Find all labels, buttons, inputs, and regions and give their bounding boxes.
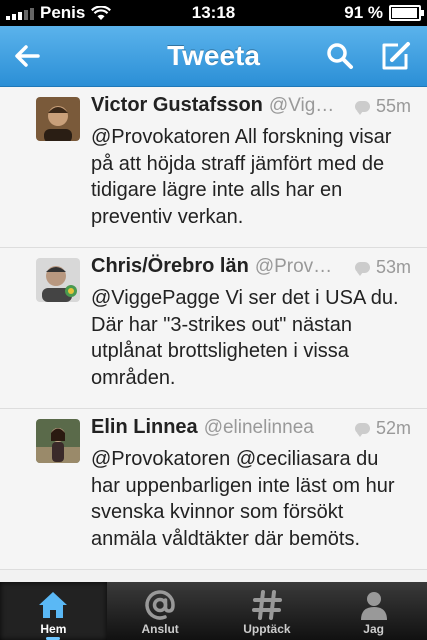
battery-icon bbox=[389, 5, 424, 21]
tweet-list[interactable]: Victor Gustafsson @Vig… 55m @Provokatoren… bbox=[0, 87, 427, 582]
hash-icon bbox=[251, 590, 282, 620]
conversation-icon bbox=[354, 423, 370, 437]
person-icon bbox=[360, 592, 387, 620]
tweet-item[interactable]: Victor Gustafsson @Vig… 55m @Provokatoren… bbox=[0, 87, 427, 248]
status-bar: Penis 13:18 91 % bbox=[0, 0, 427, 26]
author-name: Victor Gustafsson bbox=[91, 94, 263, 116]
tweet-time: 55m bbox=[375, 96, 411, 116]
tab-home[interactable]: Hem bbox=[0, 582, 107, 640]
home-icon bbox=[39, 592, 68, 618]
tab-discover[interactable]: Upptäck bbox=[214, 582, 321, 640]
tweet-text: @Provokatoren All forskning visar på att… bbox=[91, 126, 392, 228]
avatar[interactable] bbox=[36, 97, 80, 141]
nav-bar: Tweeta bbox=[0, 26, 427, 87]
tab-bar: Hem Anslut Upptäck Jag bbox=[0, 582, 427, 640]
search-button[interactable] bbox=[322, 38, 358, 74]
author-handle: @Vig… bbox=[268, 95, 335, 116]
tab-connect[interactable]: Anslut bbox=[107, 582, 214, 640]
tweet-meta: 55m bbox=[348, 96, 411, 117]
avatar[interactable] bbox=[36, 258, 80, 302]
tweet-time: 52m bbox=[375, 418, 411, 438]
author-name: Elin Linnea bbox=[91, 416, 198, 438]
battery-area: 91 % bbox=[344, 3, 424, 23]
conversation-icon bbox=[354, 262, 370, 276]
author-handle: @elinelinnea bbox=[203, 417, 314, 438]
author-name: Chris/Örebro län bbox=[91, 255, 249, 277]
tweet-text: @Provokatoren @ceciliasara du har uppenb… bbox=[91, 448, 395, 550]
tab-label: Hem bbox=[40, 622, 67, 636]
tweet-author: Elin Linnea @elinelinnea bbox=[91, 416, 314, 439]
tweet-item[interactable]: Chris/Örebro län @Prov… 53m @ViggePagge V… bbox=[0, 248, 427, 409]
author-handle: @Prov… bbox=[254, 256, 333, 277]
tweet-meta: 53m bbox=[348, 257, 411, 278]
conversation-icon bbox=[354, 101, 370, 115]
tweet-item[interactable]: Elin Linnea @elinelinnea 52m @Provokatore… bbox=[0, 409, 427, 570]
tweet-meta: 52m bbox=[348, 418, 411, 439]
tab-label: Anslut bbox=[141, 622, 179, 636]
tweet-time: 53m bbox=[375, 257, 411, 277]
tab-label: Jag bbox=[363, 622, 384, 636]
tweet-text: @ViggePagge Vi ser det i USA du. Där har… bbox=[91, 287, 399, 389]
search-icon bbox=[327, 43, 353, 69]
avatar[interactable] bbox=[36, 419, 80, 463]
tab-label: Upptäck bbox=[243, 622, 291, 636]
tweet-author: Chris/Örebro län @Prov… bbox=[91, 255, 332, 278]
tab-me[interactable]: Jag bbox=[320, 582, 427, 640]
page-title: Tweeta bbox=[167, 40, 260, 71]
compose-button[interactable] bbox=[378, 38, 414, 74]
tweet-author: Victor Gustafsson @Vig… bbox=[91, 94, 334, 117]
compose-icon bbox=[382, 42, 410, 70]
battery-percent: 91 % bbox=[344, 3, 383, 22]
at-icon bbox=[145, 590, 175, 620]
